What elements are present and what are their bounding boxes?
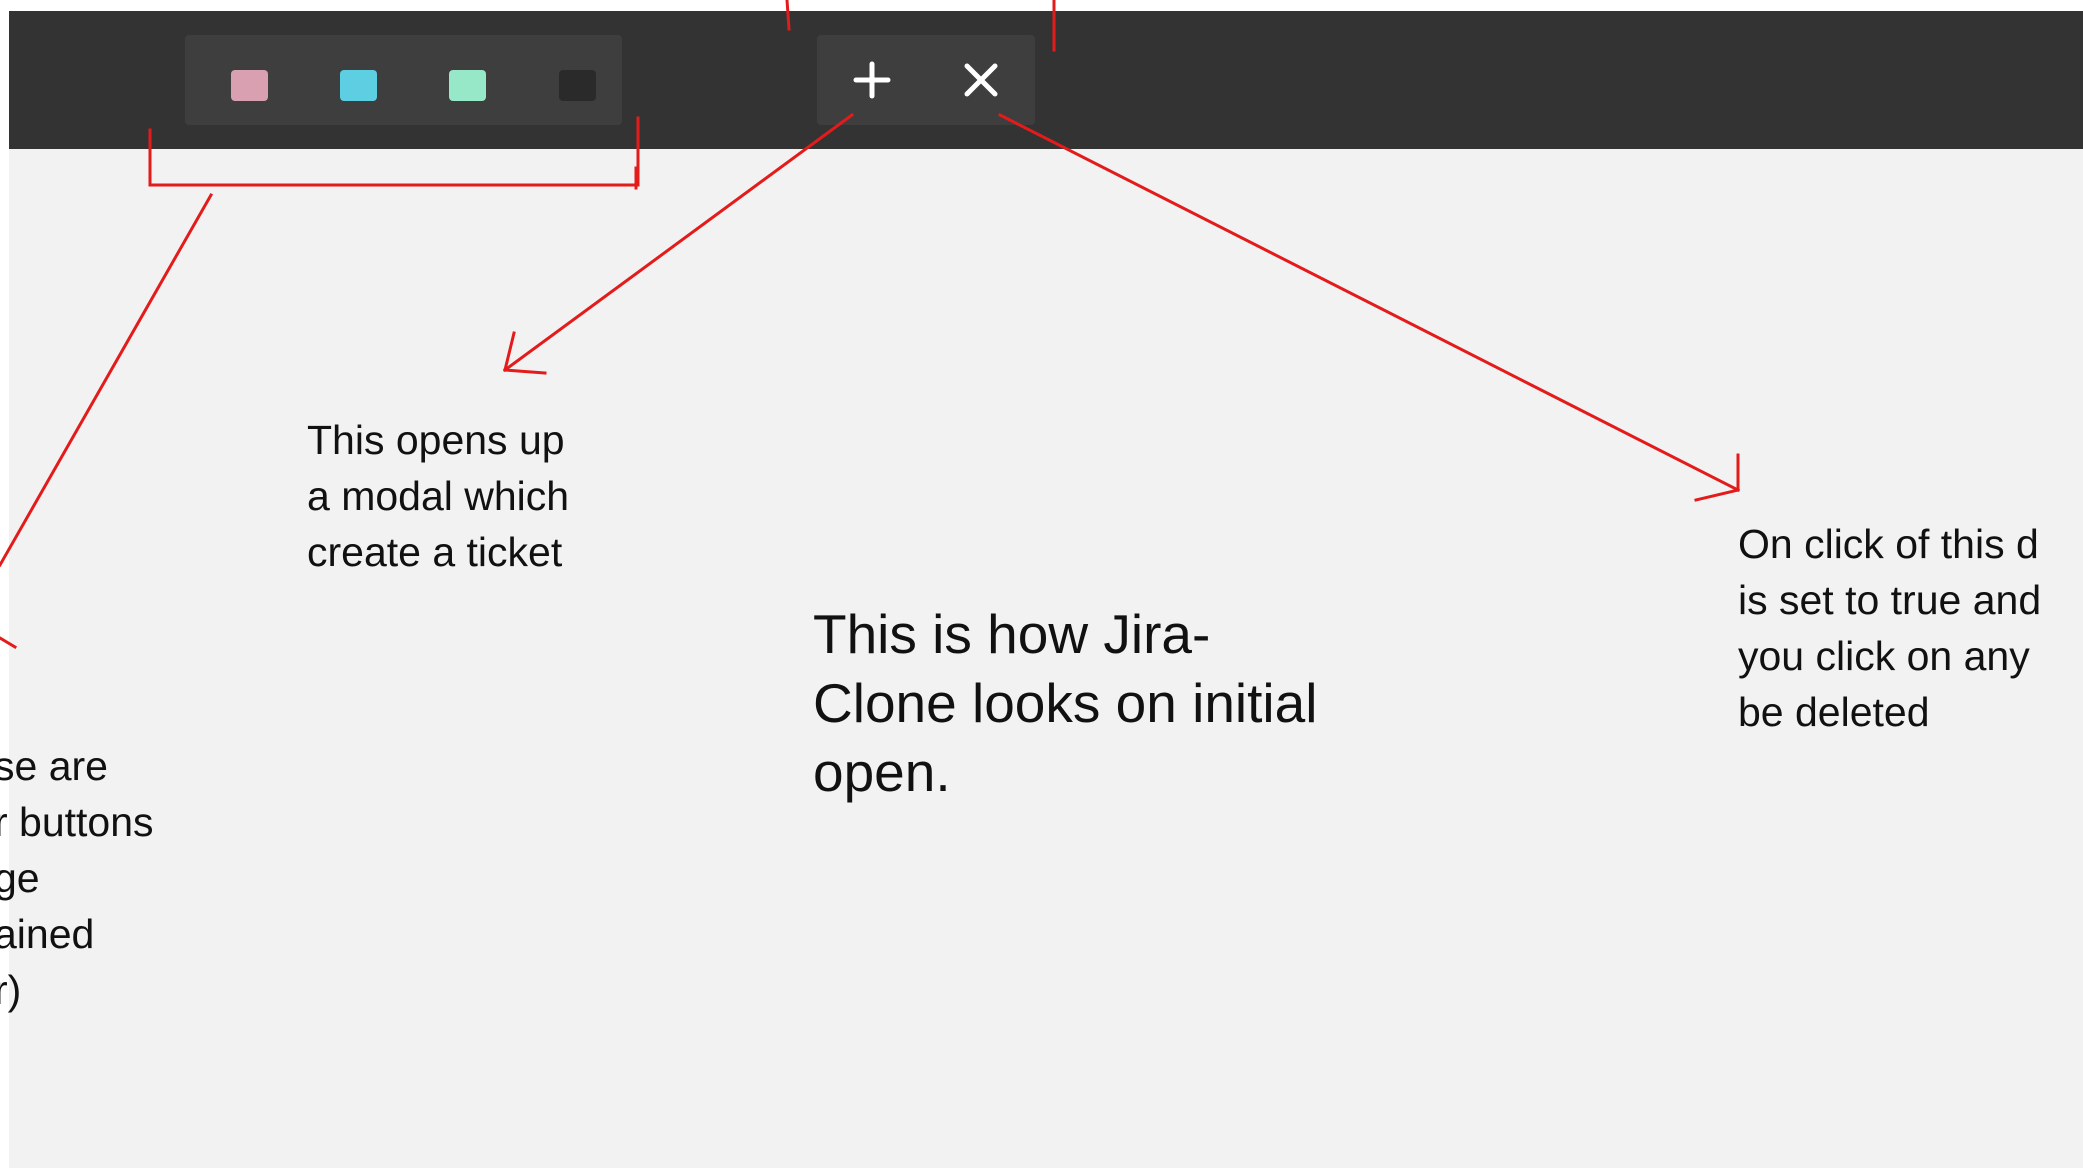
- green-color-button[interactable]: [449, 70, 486, 101]
- add-button-annotation: This opens up a modal which create a tic…: [307, 417, 570, 575]
- add-ticket-button[interactable]: [832, 45, 912, 115]
- delete-button-annotation: On click of this d is set to true and yo…: [1738, 521, 2042, 735]
- pink-color-button[interactable]: [231, 70, 268, 101]
- color-buttons-annotation: se are r buttons ge ained r): [0, 743, 154, 1013]
- black-color-button[interactable]: [559, 70, 596, 101]
- main-annotation: This is how Jira- Clone looks on initial…: [813, 603, 1318, 803]
- plus-icon: [853, 61, 891, 99]
- screenshot-page: This opens up a modal which create a tic…: [0, 0, 2083, 1168]
- action-button-group: [817, 35, 1035, 125]
- color-filter-group: [185, 35, 622, 125]
- close-icon: [964, 63, 998, 97]
- delete-mode-button[interactable]: [941, 45, 1021, 115]
- top-toolbar: [9, 11, 2083, 149]
- blue-color-button[interactable]: [340, 70, 377, 101]
